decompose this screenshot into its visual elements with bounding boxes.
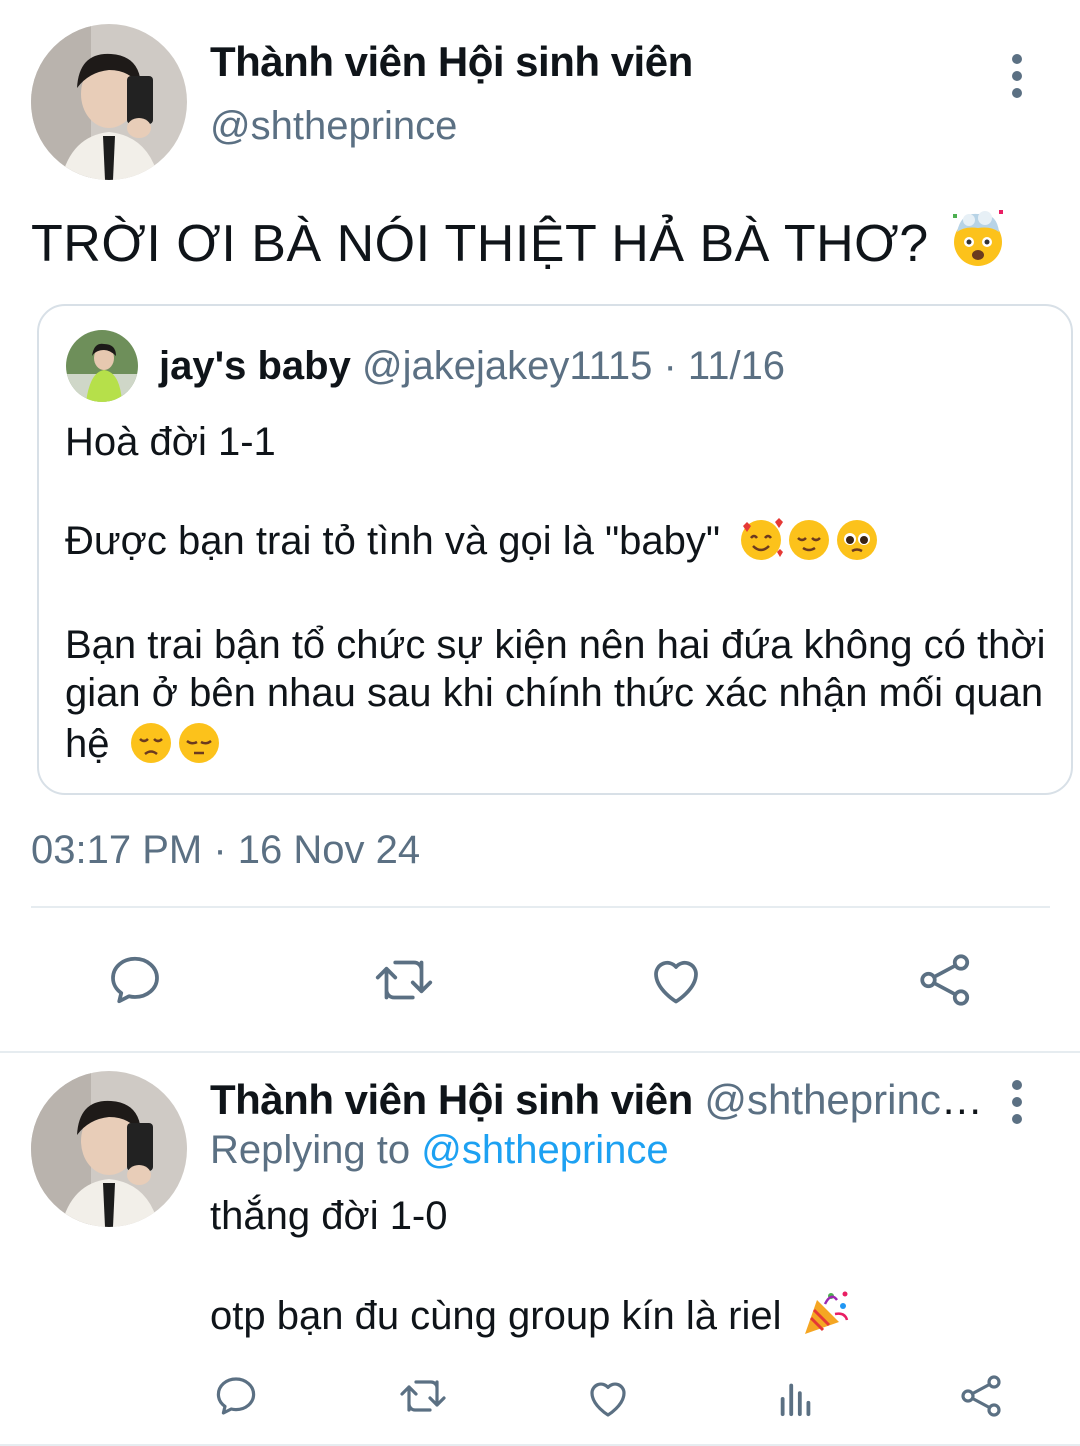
reply-paragraph: thắng đời 1-0 [210,1194,448,1238]
author-handle[interactable]: @shtheprince [210,104,457,149]
quoted-author-avatar [66,330,138,402]
pleading-face-icon [833,514,881,573]
tweet-text: TRỜI ƠI BÀ NÓI THIỆT HẢ BÀ THƠ? [31,206,1009,281]
reply-actions-bar [0,1370,1080,1420]
author-display-name[interactable]: Thành viên Hội sinh viên [210,38,693,86]
share-icon[interactable] [958,1372,1006,1420]
replying-to-line: Replying to @shtheprince [210,1128,669,1173]
reply-display-name[interactable]: Thành viên Hội sinh viên [210,1076,693,1123]
replying-to-label: Replying to [210,1128,411,1172]
reply-header: Thành viên Hội sinh viên @shtheprince ·.… [210,1076,990,1124]
tweet-actions-bar [0,948,1080,1012]
tweet-timestamp: 03:17 PM · 16 Nov 24 [31,828,421,872]
replying-to-mention[interactable]: @shtheprince [421,1128,668,1172]
quoted-tweet-text: Hoà đời 1-1 Được bạn trai tỏ tình và gọi… [65,418,1055,776]
like-icon[interactable] [584,1374,632,1420]
share-icon[interactable] [916,950,976,1010]
quoted-paragraph-text: Được bạn trai tỏ tình và gọi là "baby" [65,519,721,564]
retweet-icon[interactable] [398,1374,448,1418]
reply-handle[interactable]: @shtheprince ·... [704,1076,990,1123]
quoted-tweet-card[interactable]: jay's baby @jakejakey1115 · 11/16 Hoà đờ… [37,304,1073,795]
disappointed-face-icon [127,717,175,776]
reply-icon[interactable] [105,950,165,1010]
like-icon[interactable] [646,950,706,1008]
reply-text: thắng đời 1-0 otp bạn đu cùng group kín … [210,1192,1030,1349]
relieved-face-icon [785,514,833,573]
tweet-text-content: TRỜI ƠI BÀ NÓI THIỆT HẢ BÀ THƠ? [31,214,929,273]
more-options-icon[interactable] [1004,54,1030,98]
quoted-paragraph: Được bạn trai tỏ tình và gọi là "baby" [65,514,1055,573]
divider [31,906,1050,908]
divider [0,1051,1080,1053]
quoted-display-name: jay's baby [159,344,351,388]
tweet-detail-screen: Thành viên Hội sinh viên @shtheprince TR… [0,0,1080,1446]
quoted-tweet-header: jay's baby @jakejakey1115 · 11/16 [159,344,785,389]
smiling-face-hearts-icon [737,514,785,573]
quoted-paragraph: Bạn trai bận tổ chức sự kiện nên hai đứa… [65,621,1055,776]
retweet-icon[interactable] [374,952,434,1008]
reply-more-options-icon[interactable] [1004,1080,1030,1124]
reply-paragraph-text: otp bạn đu cùng group kín là riel [210,1294,782,1339]
reply-author-avatar[interactable] [31,1071,187,1227]
analytics-icon[interactable] [774,1376,818,1418]
reply-paragraph: otp bạn đu cùng group kín là riel [210,1288,1030,1349]
exploding-head-icon [947,206,1009,281]
pensive-face-icon [175,717,223,776]
quoted-handle-date: @jakejakey1115 · 11/16 [361,344,786,388]
quoted-paragraph: Hoà đời 1-1 [65,420,276,464]
party-popper-icon [801,1288,851,1349]
author-avatar[interactable] [31,24,187,180]
reply-icon[interactable] [212,1372,260,1420]
